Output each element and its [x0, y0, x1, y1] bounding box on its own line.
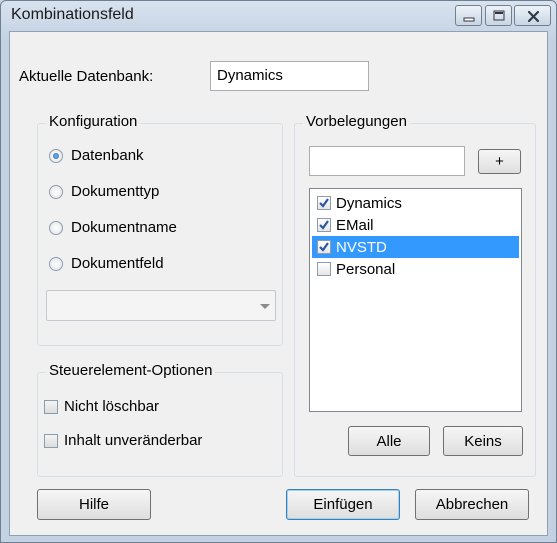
presets-group-title: Vorbelegungen	[303, 113, 410, 130]
list-item[interactable]: EMail	[312, 214, 519, 236]
maximize-icon	[493, 10, 505, 21]
radio-dokumentname[interactable]: Dokumentname	[49, 219, 177, 236]
checkbox-inhalt-unveraenderbar[interactable]: Inhalt unveränderbar	[44, 432, 202, 449]
configuration-group-title: Konfiguration	[46, 113, 141, 130]
add-preset-button[interactable]: +	[478, 149, 521, 174]
list-item[interactable]: Dynamics	[312, 192, 519, 214]
insert-button[interactable]: Einfügen	[286, 489, 400, 520]
control-options-group-title: Steuerelement-Optionen	[46, 362, 216, 379]
checkbox-box[interactable]	[317, 262, 331, 276]
configuration-group: Konfiguration Datenbank Dokumenttyp Doku…	[37, 113, 283, 346]
maximize-button[interactable]	[485, 5, 512, 26]
check-icon[interactable]	[317, 196, 331, 210]
preset-listbox[interactable]: Dynamics EMail NVSTD Personal	[309, 188, 522, 412]
radio-datenbank[interactable]: Datenbank	[49, 147, 144, 164]
window-title: Kombinationsfeld	[11, 6, 134, 23]
minimize-icon	[463, 17, 475, 22]
dialog-client-area: Aktuelle Datenbank: Dynamics Konfigurati…	[9, 31, 548, 536]
select-all-button[interactable]: Alle	[348, 426, 430, 456]
cancel-button[interactable]: Abbrechen	[415, 489, 529, 520]
check-icon[interactable]	[317, 240, 331, 254]
list-item-label: Personal	[336, 260, 396, 278]
title-bar[interactable]: Kombinationsfeld	[1, 1, 556, 31]
checkbox-label: Inhalt unveränderbar	[64, 432, 203, 449]
radio-label: Dokumentfeld	[71, 255, 164, 272]
close-icon	[527, 10, 540, 23]
radio-dokumenttyp[interactable]: Dokumenttyp	[49, 183, 159, 200]
radio-label: Datenbank	[71, 147, 144, 164]
help-button[interactable]: Hilfe	[37, 489, 151, 520]
radio-dokumentfeld[interactable]: Dokumentfeld	[49, 255, 164, 272]
radio-indicator	[49, 184, 63, 199]
checkbox-nicht-loeschbar[interactable]: Nicht löschbar	[44, 398, 159, 415]
radio-indicator	[49, 256, 63, 271]
list-item-label: NVSTD	[336, 238, 387, 256]
close-button[interactable]	[514, 5, 551, 26]
minimize-button[interactable]	[455, 5, 482, 26]
dialog-window: Kombinationsfeld Aktuelle Datenbank: Dyn…	[0, 0, 557, 543]
select-none-button[interactable]: Keins	[443, 426, 523, 456]
current-db-label: Aktuelle Datenbank:	[19, 68, 154, 85]
current-db-field[interactable]: Dynamics	[210, 61, 369, 91]
checkbox-label: Nicht löschbar	[64, 398, 160, 415]
list-item[interactable]: NVSTD	[312, 236, 519, 258]
list-item[interactable]: Personal	[312, 258, 519, 280]
preset-input[interactable]	[309, 146, 465, 176]
list-item-label: Dynamics	[336, 194, 402, 212]
checkbox-box	[44, 433, 58, 448]
check-icon[interactable]	[317, 218, 331, 232]
radio-indicator	[49, 220, 63, 235]
radio-label: Dokumenttyp	[71, 183, 160, 200]
list-item-label: EMail	[336, 216, 374, 234]
radio-indicator	[49, 148, 63, 163]
field-combobox[interactable]	[46, 290, 276, 321]
checkbox-box	[44, 399, 58, 414]
radio-label: Dokumentname	[71, 219, 177, 236]
chevron-down-icon	[260, 304, 270, 309]
presets-group: Vorbelegungen + Dynamics EMail NVSTD Per…	[294, 113, 536, 477]
control-options-group: Steuerelement-Optionen Nicht löschbar In…	[37, 362, 283, 477]
